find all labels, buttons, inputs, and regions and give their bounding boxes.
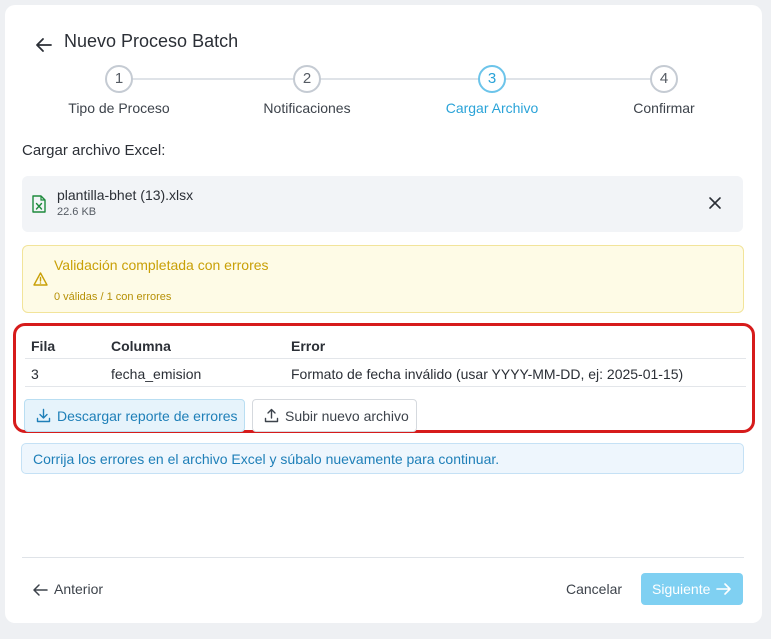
- selected-file: plantilla-bhet (13).xlsx 22.6 KB: [22, 176, 743, 232]
- validation-warning: Validación completada con errores 0 váli…: [22, 245, 744, 313]
- download-icon: [36, 408, 51, 423]
- warning-summary: 0 válidas / 1 con errores: [54, 291, 172, 303]
- upload-button-label: Subir nuevo archivo: [285, 408, 409, 424]
- warning-title: Validación completada con errores: [54, 257, 269, 273]
- upload-icon: [264, 408, 279, 423]
- step-number: 3: [478, 65, 506, 93]
- step-notificaciones[interactable]: 2 Notificaciones: [227, 65, 387, 116]
- table-row: 3 fecha_emision Formato de fecha inválid…: [25, 359, 746, 387]
- cancel-button[interactable]: Cancelar: [566, 581, 622, 597]
- step-cargar-archivo[interactable]: 3 Cargar Archivo: [412, 65, 572, 116]
- step-tipo-de-proceso[interactable]: 1 Tipo de Proceso: [39, 65, 199, 116]
- step-number: 1: [105, 65, 133, 93]
- table-header-row: Fila Columna Error: [25, 331, 746, 359]
- footer-divider: [22, 557, 744, 558]
- next-button[interactable]: Siguiente: [641, 573, 743, 605]
- file-size: 22.6 KB: [57, 206, 97, 218]
- info-message: Corrija los errores en el archivo Excel …: [21, 443, 744, 474]
- info-text: Corrija los errores en el archivo Excel …: [33, 451, 500, 467]
- step-number: 4: [650, 65, 678, 93]
- errors-panel: Fila Columna Error 3 fecha_emision Forma…: [13, 323, 755, 433]
- column-header-columna: Columna: [111, 338, 171, 354]
- step-label: Notificaciones: [263, 100, 351, 116]
- step-label: Confirmar: [633, 100, 695, 116]
- cell-error: Formato de fecha inválido (usar YYYY-MM-…: [291, 366, 684, 382]
- back-arrow-icon[interactable]: [33, 34, 55, 56]
- cell-fila: 3: [31, 366, 39, 382]
- column-header-fila: Fila: [31, 338, 56, 354]
- column-header-error: Error: [291, 338, 326, 354]
- upload-new-file-button[interactable]: Subir nuevo archivo: [252, 399, 417, 432]
- cell-columna: fecha_emision: [111, 366, 202, 382]
- warning-icon: [33, 272, 48, 286]
- excel-file-icon: [32, 195, 46, 213]
- previous-label: Anterior: [54, 581, 104, 597]
- step-number: 2: [293, 65, 321, 93]
- close-icon[interactable]: [707, 195, 723, 211]
- arrow-right-icon: [716, 583, 731, 595]
- stepper-track: [131, 78, 657, 80]
- arrow-left-icon: [33, 584, 48, 596]
- download-button-label: Descargar reporte de errores: [57, 408, 238, 424]
- page-title: Nuevo Proceso Batch: [64, 31, 239, 51]
- download-error-report-button[interactable]: Descargar reporte de errores: [24, 399, 245, 432]
- upload-label: Cargar archivo Excel:: [22, 142, 166, 159]
- step-label: Cargar Archivo: [445, 100, 539, 116]
- file-name: plantilla-bhet (13).xlsx: [57, 187, 194, 203]
- wizard-card: Nuevo Proceso Batch 1 Tipo de Proceso 2 …: [5, 5, 762, 623]
- step-label: Tipo de Proceso: [68, 100, 170, 116]
- step-confirmar[interactable]: 4 Confirmar: [584, 65, 744, 116]
- next-label: Siguiente: [652, 581, 711, 597]
- errors-table: Fila Columna Error 3 fecha_emision Forma…: [25, 331, 746, 387]
